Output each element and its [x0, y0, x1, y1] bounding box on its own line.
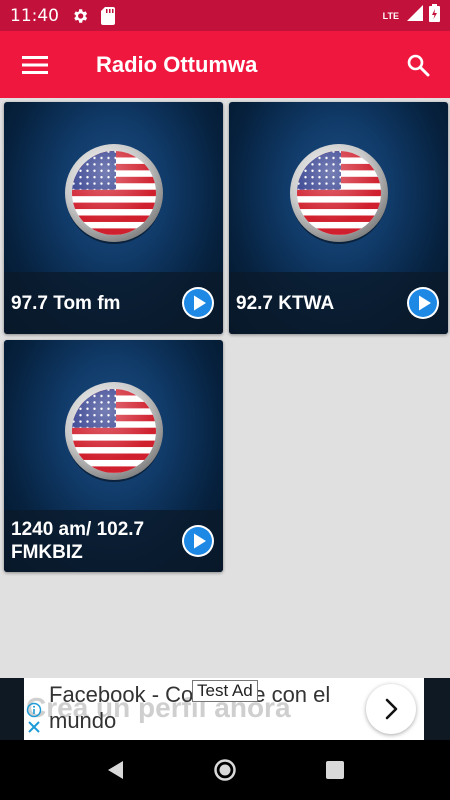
usa-flag-icon [65, 382, 163, 482]
usa-flag-icon [290, 144, 388, 244]
home-icon [214, 759, 236, 781]
settings-icon [71, 7, 89, 25]
test-ad-badge: Test Ad [192, 680, 258, 702]
search-icon [407, 54, 430, 77]
station-card[interactable]: 1240 am/ 102.7 FMKBIZ [4, 340, 223, 572]
usa-flag-icon [65, 144, 163, 244]
system-nav-bar [0, 740, 450, 800]
back-button[interactable] [95, 750, 135, 790]
hamburger-menu-icon [22, 55, 48, 74]
ad-banner[interactable]: Crea un perfil ahora Facebook - Conéctat… [24, 678, 424, 740]
sd-card-icon [101, 6, 115, 25]
status-bar: 11:40 LTE [0, 0, 450, 31]
chevron-right-icon [385, 698, 398, 720]
recents-button[interactable] [315, 750, 355, 790]
adchoices-info-icon[interactable] [26, 702, 42, 736]
app-bar: Radio Ottumwa [0, 31, 450, 98]
battery-charging-icon [429, 4, 440, 27]
status-time: 11:40 [10, 5, 59, 26]
home-button[interactable] [205, 750, 245, 790]
station-name: 92.7 KTWA [236, 292, 335, 314]
card-footer: 97.7 Tom fm [4, 272, 223, 334]
ad-cta-button[interactable] [366, 684, 416, 734]
network-type: LTE [382, 10, 399, 21]
station-card[interactable]: 92.7 KTWA [229, 102, 448, 334]
search-button[interactable] [400, 47, 436, 83]
signal-icon [407, 5, 423, 26]
recents-icon [326, 761, 344, 779]
card-footer: 1240 am/ 102.7 FMKBIZ [4, 510, 223, 572]
station-name: 97.7 Tom fm [11, 292, 121, 314]
menu-button[interactable] [0, 31, 70, 98]
card-footer: 92.7 KTWA [229, 272, 448, 334]
play-icon[interactable] [181, 286, 215, 320]
play-icon[interactable] [181, 524, 215, 558]
station-card[interactable]: 97.7 Tom fm [4, 102, 223, 334]
page-title: Radio Ottumwa [96, 51, 258, 77]
play-icon[interactable] [406, 286, 440, 320]
back-icon [108, 761, 123, 779]
station-name: 1240 am/ 102.7 FMKBIZ [11, 519, 145, 563]
